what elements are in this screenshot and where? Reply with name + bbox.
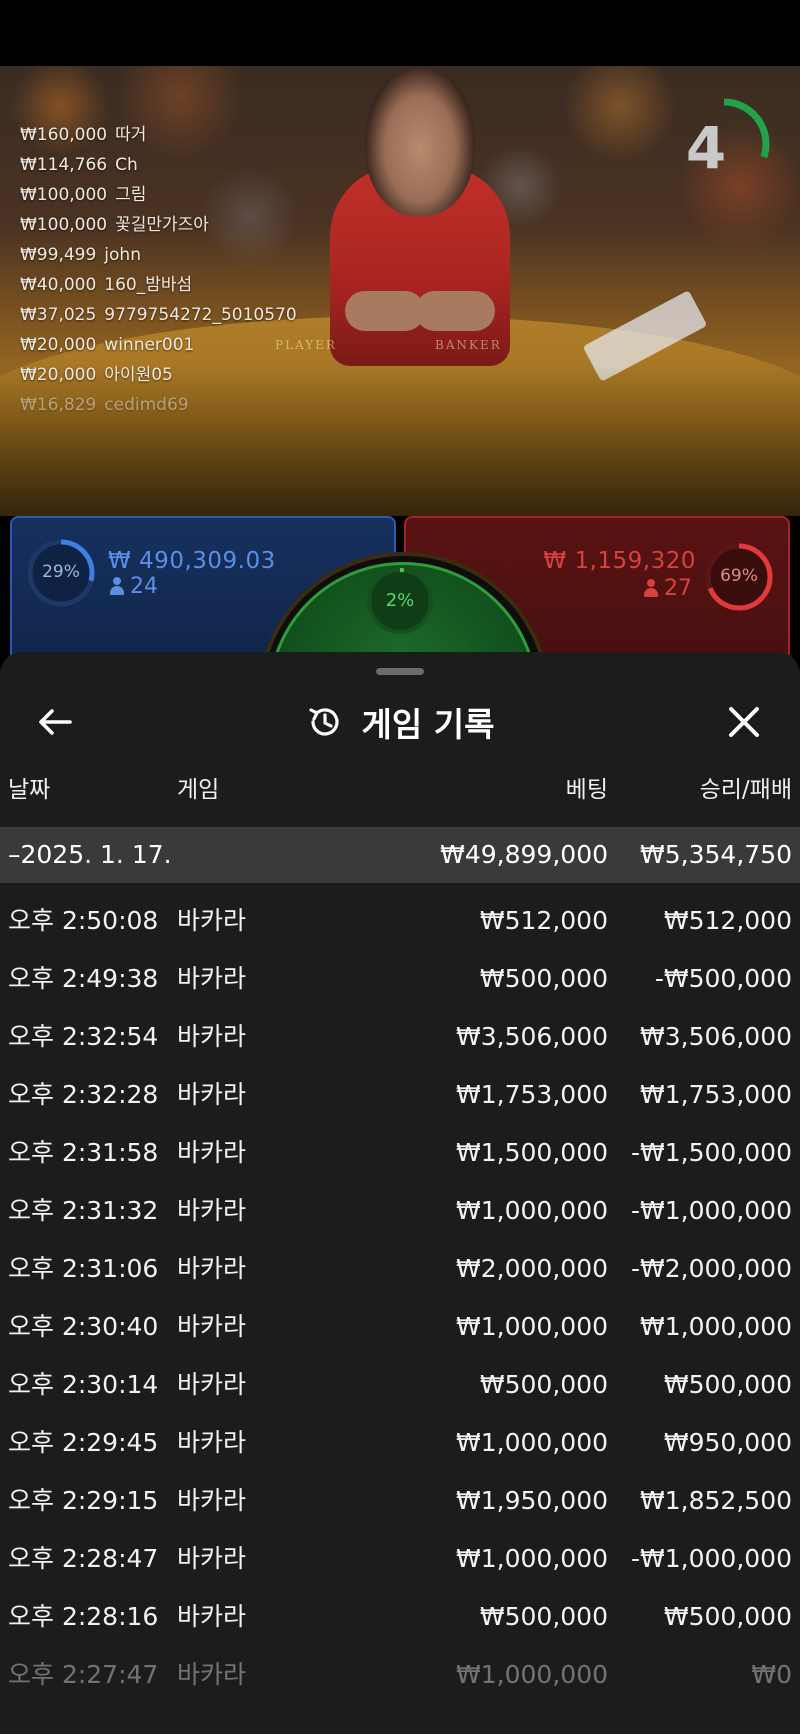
- banker-percent: 69%: [720, 566, 758, 586]
- history-row[interactable]: 오후 2:30:14 바카라 ₩500,000 ₩500,000: [0, 1356, 800, 1414]
- winner-row: ₩20,000 winner001: [20, 335, 195, 355]
- dealer-head: [365, 66, 475, 216]
- winners-list: ₩160,000 따거 ₩114,766 Ch ₩100,000 그림 ₩100,00…: [20, 120, 297, 420]
- winner-row: ₩114,766 Ch: [20, 155, 138, 175]
- history-row[interactable]: 오후 2:30:40 바카라 ₩1,000,000 ₩1,000,000: [0, 1298, 800, 1356]
- history-row[interactable]: 오후 2:31:06 바카라 ₩2,000,000 -₩2,000,000: [0, 1240, 800, 1298]
- player-percent: 29%: [42, 562, 80, 582]
- timer-value: 4: [685, 114, 727, 182]
- column-headers: 날짜 게임 베팅 승리/패배: [0, 770, 800, 810]
- sheet-title: 게임 기록: [361, 705, 495, 744]
- day-total-bet: ₩49,899,000: [440, 840, 608, 869]
- day-total-win: ₩5,354,750: [640, 840, 792, 869]
- winner-row: ₩20,000 아이원05: [20, 365, 173, 385]
- dealer-arm-left: [345, 291, 425, 331]
- banker-bettors: 27: [644, 576, 692, 601]
- history-row[interactable]: 오후 2:31:58 바카라 ₩1,500,000 -₩1,500,000: [0, 1124, 800, 1182]
- player-bettors: 24: [110, 574, 158, 599]
- column-bet: 베팅: [565, 777, 608, 803]
- status-bar: [0, 0, 800, 66]
- winner-row: ₩100,000 꽃길만가즈아: [20, 215, 209, 235]
- winner-row: ₩100,000 그림: [20, 185, 147, 205]
- history-row[interactable]: 오후 2:28:47 바카라 ₩1,000,000 -₩1,000,000: [0, 1530, 800, 1588]
- column-date: 날짜: [8, 777, 51, 803]
- arrow-left-icon: [39, 709, 72, 735]
- tie-percent: 2%: [385, 590, 415, 611]
- history-row[interactable]: 오후 2:27:47 바카라 ₩1,000,000 ₩0: [0, 1646, 800, 1704]
- banker-stake: ₩ 1,159,320: [543, 548, 696, 574]
- winner-row: ₩40,000 160_밤바섬: [20, 275, 193, 295]
- history-row[interactable]: 오후 2:29:45 바카라 ₩1,000,000 ₩950,000: [0, 1414, 800, 1472]
- drag-handle[interactable]: [376, 668, 424, 675]
- history-row[interactable]: 오후 2:32:54 바카라 ₩3,506,000 ₩3,506,000: [0, 1008, 800, 1066]
- winner-row: ₩160,000 따거: [20, 125, 147, 145]
- table-label-banker: BANKER: [435, 338, 502, 352]
- winner-row: ₩16,829 cedimd69: [20, 395, 189, 415]
- history-list: 오후 2:50:08 바카라 ₩512,000 ₩512,000 오후 2:49:38…: [0, 892, 800, 1704]
- column-game: 게임: [177, 777, 220, 803]
- dealer-arm-right: [415, 291, 495, 331]
- day-summary-row[interactable]: –2025. 1. 17. ₩49,899,000 ₩5,354,750: [0, 827, 800, 883]
- live-video: PLAYER BANKER ₩160,000 따거 ₩114,766 Ch ₩100…: [0, 66, 800, 516]
- countdown-timer: 4: [676, 96, 772, 192]
- history-icon: [308, 708, 339, 736]
- column-win-loss: 승리/패배: [699, 777, 792, 803]
- close-button[interactable]: [720, 698, 768, 746]
- back-button[interactable]: [30, 702, 82, 742]
- day-date: –2025. 1. 17.: [8, 840, 172, 869]
- player-stake: ₩ 490,309.03: [108, 548, 276, 574]
- bet-area: 29% ₩ 490,309.03 24 ₩ 1,159,320 27 69% 2…: [0, 516, 800, 844]
- history-row[interactable]: 오후 2:50:08 바카라 ₩512,000 ₩512,000: [0, 892, 800, 950]
- history-row[interactable]: 오후 2:32:28 바카라 ₩1,753,000 ₩1,753,000: [0, 1066, 800, 1124]
- game-history-sheet: 게임 기록 날짜 게임 베팅 승리/패배 –2025. 1. 17. ₩49,8…: [0, 652, 800, 1734]
- winner-row: ₩99,499 john: [20, 245, 141, 265]
- person-icon: [644, 579, 658, 597]
- history-row[interactable]: 오후 2:29:15 바카라 ₩1,950,000 ₩1,852,500: [0, 1472, 800, 1530]
- sheet-header: 게임 기록: [0, 690, 800, 754]
- person-icon: [110, 577, 124, 595]
- history-row[interactable]: 오후 2:49:38 바카라 ₩500,000 -₩500,000: [0, 950, 800, 1008]
- winner-row: ₩37,025 9779754272_5010570: [20, 305, 297, 325]
- history-row[interactable]: 오후 2:28:16 바카라 ₩500,000 ₩500,000: [0, 1588, 800, 1646]
- close-icon: [729, 707, 759, 737]
- history-row[interactable]: 오후 2:31:32 바카라 ₩1,000,000 -₩1,000,000: [0, 1182, 800, 1240]
